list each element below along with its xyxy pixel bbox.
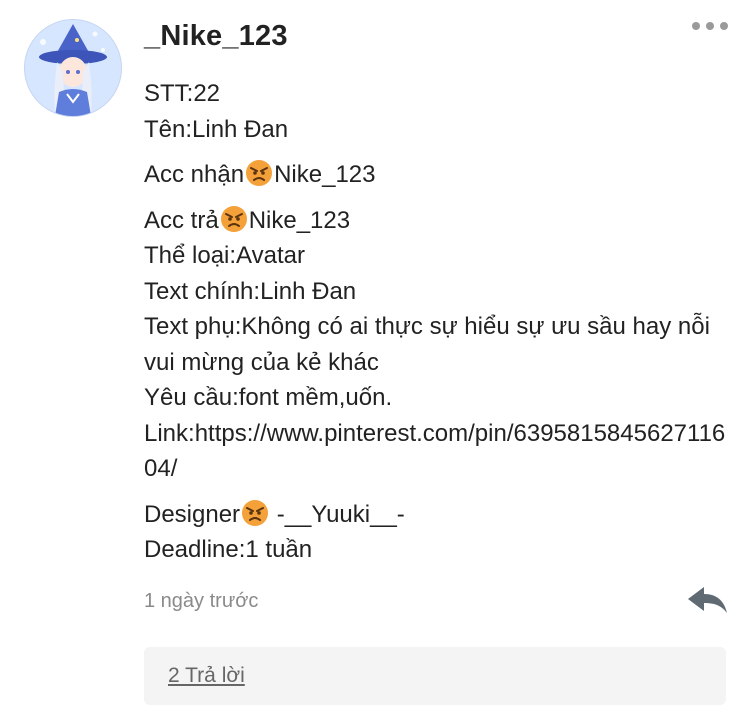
receiver-label: Acc nhận — [144, 161, 245, 188]
receiver-line: Acc nhận Nike_123 — [144, 157, 734, 193]
request-line: Yêu cầu:font mềm,uốn. — [144, 384, 393, 411]
more-options-icon[interactable] — [692, 22, 728, 30]
deadline-line: Deadline:1 tuần — [144, 536, 313, 563]
view-replies-link[interactable]: 2 Trả lời — [168, 664, 245, 688]
post-content: STT:22 Tên:Linh Đan Acc nhận Nike_123 Acc… — [144, 76, 734, 568]
witch-avatar-image — [25, 20, 121, 116]
receiver-name: Nike_123 — [274, 161, 376, 188]
link-line[interactable]: Link:https://www.pinterest.com/pin/63958… — [144, 416, 734, 487]
stt-line: STT:22 — [144, 80, 221, 107]
replies-container: 2 Trả lời — [144, 647, 726, 705]
post-timestamp: 1 ngày trước — [144, 590, 259, 612]
username[interactable]: _Nike_123 — [144, 20, 288, 53]
reply-arrow-icon[interactable] — [684, 583, 730, 617]
name-line: Tên:Linh Đan — [144, 115, 289, 143]
payer-line: Acc trả Nike_123 — [144, 203, 734, 239]
designer-line: Designer -__Yuuki__- — [144, 497, 734, 533]
main-text-line: Text chính:Linh Đan — [144, 277, 357, 305]
payer-name: Nike_123 — [248, 206, 351, 234]
angry-face-icon — [246, 160, 273, 186]
designer-name: -__Yuuki__- — [270, 500, 405, 528]
designer-label: Designer — [144, 500, 241, 528]
category-line: Thể loại:Avatar — [144, 242, 305, 269]
payer-label: Acc trả — [144, 206, 219, 234]
sub-text-line: Text phụ:Không có ai thực sự hiểu sự ưu … — [144, 313, 710, 376]
angry-face-icon — [220, 205, 247, 232]
avatar[interactable] — [24, 19, 122, 117]
angry-face-icon — [242, 499, 269, 526]
